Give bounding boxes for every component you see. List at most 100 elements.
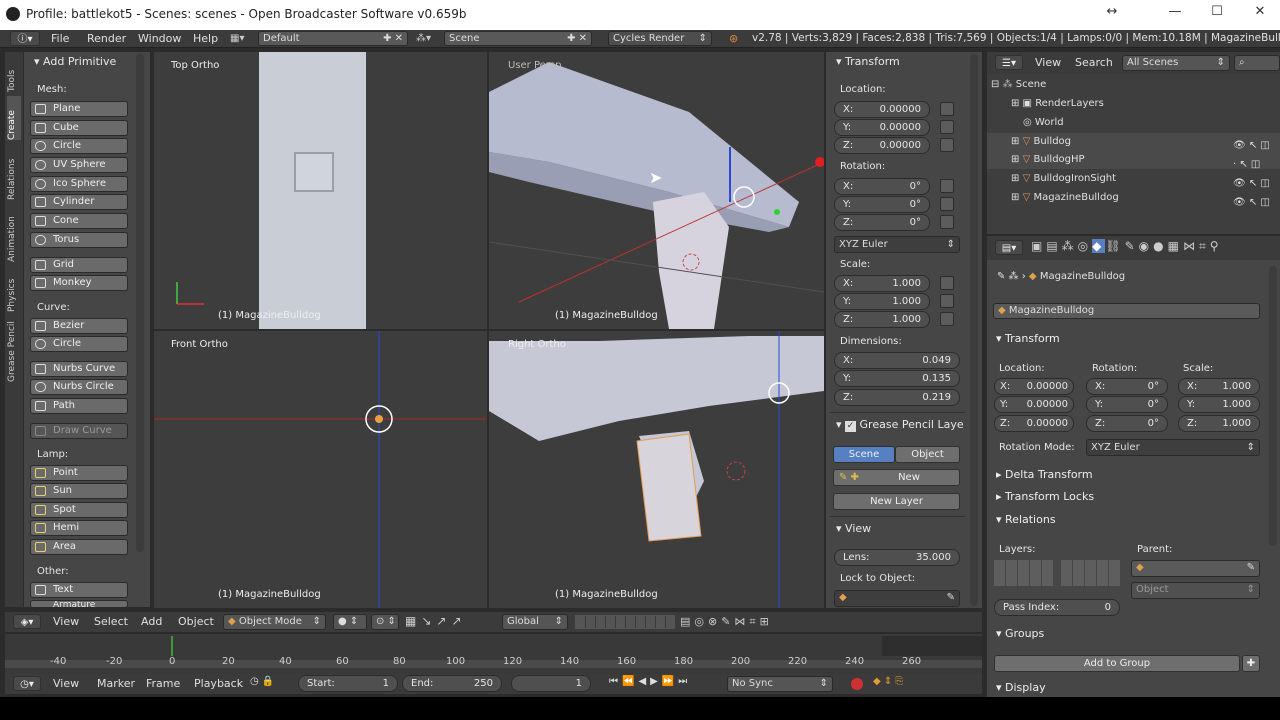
layer-buttons[interactable] xyxy=(575,615,675,629)
menu-file[interactable]: File xyxy=(51,32,69,45)
timeline-area[interactable] xyxy=(5,634,982,674)
add-plane-button[interactable]: Plane xyxy=(30,101,128,117)
resize-icon[interactable]: ↔ xyxy=(1100,4,1124,24)
lock-location-y-icon[interactable] xyxy=(940,120,954,134)
add-text-button[interactable]: Text xyxy=(30,582,128,598)
add-nurbs-circle-button[interactable]: Nurbs Circle xyxy=(30,379,128,395)
viewport-user-persp[interactable]: User Persp (1) MagazineBulldog ➤ xyxy=(489,52,824,329)
tab-physics[interactable]: Physics xyxy=(7,266,21,312)
outliner-menu-search[interactable]: Search xyxy=(1075,56,1113,69)
props-location-z[interactable]: Z: 0.00000 xyxy=(994,415,1074,432)
dimension-z-field[interactable]: Z: 0.219 xyxy=(834,389,960,406)
object-name-input[interactable]: ◆ MagazineBulldog xyxy=(993,303,1260,319)
add-to-group-button[interactable]: Add to Group xyxy=(994,655,1240,672)
outliner-search-input[interactable]: ⌕ xyxy=(1234,55,1280,71)
menu-playback[interactable]: Playback xyxy=(194,677,243,690)
rotation-mode-select[interactable]: XYZ Euler ⇕ xyxy=(834,236,960,253)
menu-view[interactable]: View xyxy=(53,677,79,690)
tab-create[interactable]: Create xyxy=(7,96,21,140)
props-scale-y[interactable]: Y: 1.000 xyxy=(1178,396,1260,413)
visibility-icons[interactable]: 👁 ↖ ◫ · ↖ ◫ 👁 ↖ ◫ 👁 ↖ ◫ xyxy=(1233,136,1270,212)
lock-scale-x-icon[interactable] xyxy=(940,276,954,290)
menu-help[interactable]: Help xyxy=(193,32,218,45)
playback-controls[interactable]: ⏮⏪◀▶⏩⏭ xyxy=(609,676,721,691)
pivot-select[interactable]: ⊙ ⇕ xyxy=(371,614,399,630)
lens-field[interactable]: Lens: 35.000 xyxy=(834,549,960,566)
grease-pencil-header[interactable]: ▾ ✓ Grease Pencil Laye xyxy=(836,418,964,432)
add-grid-button[interactable]: Grid xyxy=(30,257,128,273)
props-scale-z[interactable]: Z: 1.000 xyxy=(1178,415,1260,432)
add-spot-lamp-button[interactable]: Spot xyxy=(30,502,128,518)
view-panel-header[interactable]: ▾ View xyxy=(836,522,871,535)
location-z-field[interactable]: Z: 0.00000 xyxy=(834,137,930,154)
minimize-button[interactable]: — xyxy=(1163,4,1187,24)
outliner-item-scene[interactable]: ⊟ ⁂ Scene xyxy=(991,79,1046,90)
props-location-y[interactable]: Y: 0.00000 xyxy=(994,396,1074,413)
start-frame-field[interactable]: Start: 1 xyxy=(298,675,398,692)
new-grease-pencil-button[interactable]: ✎ ✚ New xyxy=(833,469,960,486)
tab-relations[interactable]: Relations xyxy=(7,144,21,200)
outliner-item-magazinebulldog[interactable]: ⊞ ▽ MagazineBulldog xyxy=(1011,192,1119,203)
scale-x-field[interactable]: X: 1.000 xyxy=(834,275,930,292)
scale-z-field[interactable]: Z: 1.000 xyxy=(834,311,930,328)
outliner-item-renderlayers[interactable]: ⊞ ▣ RenderLayers xyxy=(1011,98,1104,109)
grease-pencil-checkbox-icon[interactable]: ✓ xyxy=(845,421,857,432)
outliner-item-bulldogironsight[interactable]: ⊞ ▽ BulldogIronSight xyxy=(1011,173,1116,184)
parent-field[interactable]: ◆ ✎ xyxy=(1131,560,1260,577)
current-frame-field[interactable]: 1 xyxy=(511,675,591,692)
menu-view[interactable]: View xyxy=(53,615,79,628)
eyedropper-icon[interactable]: ✎ xyxy=(947,591,955,604)
add-curve-circle-button[interactable]: Circle xyxy=(30,336,128,352)
rotation-x-field[interactable]: X: 0° xyxy=(834,178,930,195)
rotation-z-field[interactable]: Z: 0° xyxy=(834,214,930,231)
toolshelf-scrollbar[interactable] xyxy=(136,54,144,552)
record-icon[interactable] xyxy=(851,678,863,690)
delta-transform-header[interactable]: ▸ Delta Transform xyxy=(996,465,1093,485)
lock-scale-y-icon[interactable] xyxy=(940,294,954,308)
shading-select[interactable]: ● ⇕ xyxy=(333,614,367,630)
maximize-button[interactable]: ☐ xyxy=(1205,4,1229,24)
scene-source-button[interactable]: Scene xyxy=(833,446,895,463)
info-editor-icon[interactable]: ⓘ▾ xyxy=(10,31,40,46)
outliner-item-world[interactable]: ◎ World xyxy=(1023,117,1064,128)
add-bezier-button[interactable]: Bezier xyxy=(30,318,128,334)
add-ico-sphere-button[interactable]: Ico Sphere xyxy=(30,176,128,192)
parent-type-select[interactable]: Object ⇕ xyxy=(1131,582,1260,599)
lock-rotation-z-icon[interactable] xyxy=(940,215,954,229)
menu-frame[interactable]: Frame xyxy=(146,677,180,690)
snap-proportional-icons[interactable]: ▤◎⊗✎⋈⌗⊞ xyxy=(680,615,830,629)
outliner-menu-view[interactable]: View xyxy=(1035,56,1061,69)
add-circle-button[interactable]: Circle xyxy=(30,138,128,154)
manipulator-icons[interactable]: ▦↘↗↗ xyxy=(405,614,495,630)
add-group-plus-icon[interactable]: ✚ xyxy=(1242,655,1260,672)
properties-scrollbar[interactable] xyxy=(1269,266,1277,546)
add-cylinder-button[interactable]: Cylinder xyxy=(30,194,128,210)
location-x-field[interactable]: X: 0.00000 xyxy=(834,101,930,118)
props-rotation-x[interactable]: X: 0° xyxy=(1086,378,1168,395)
menu-add[interactable]: Add xyxy=(141,615,162,628)
object-layers-grid-2[interactable] xyxy=(1061,560,1121,586)
lock-rotation-x-icon[interactable] xyxy=(940,179,954,193)
rotation-y-field[interactable]: Y: 0° xyxy=(834,196,930,213)
add-armature-button[interactable]: Armature xyxy=(30,600,128,608)
object-source-button[interactable]: Object xyxy=(895,446,960,463)
scene-icon[interactable]: ⁂▾ xyxy=(416,33,440,45)
orientation-select[interactable]: Global ⇕ xyxy=(502,614,568,630)
viewport-front-ortho[interactable]: Front Ortho (1) MagazineBulldog xyxy=(154,331,487,608)
dimension-x-field[interactable]: X: 0.049 xyxy=(834,352,960,369)
tab-animation[interactable]: Animation xyxy=(7,204,21,262)
tab-tools[interactable]: Tools xyxy=(7,58,21,92)
props-location-x[interactable]: X: 0.00000 xyxy=(994,378,1074,395)
timeline-editor-icon[interactable]: ◷▾ xyxy=(13,676,41,691)
end-frame-field[interactable]: End: 250 xyxy=(402,675,502,692)
parent-eyedropper-icon[interactable]: ✎ xyxy=(1247,561,1255,574)
outliner-editor-icon[interactable]: ☰▾ xyxy=(995,55,1023,70)
menu-select[interactable]: Select xyxy=(94,615,128,628)
properties-editor-icon[interactable]: ▤▾ xyxy=(995,240,1023,255)
editor-type-icon[interactable]: ◈▾ xyxy=(13,614,41,629)
transform-locks-header[interactable]: ▸ Transform Locks xyxy=(996,487,1094,507)
scene-select[interactable]: Scene ✚ ✕ xyxy=(444,31,592,46)
layout-grid-icon[interactable]: ▦▾ xyxy=(230,33,254,45)
lock-location-x-icon[interactable] xyxy=(940,102,954,116)
outliner-item-bulldoghp[interactable]: ⊞ ▽ BulldogHP xyxy=(1011,154,1085,165)
